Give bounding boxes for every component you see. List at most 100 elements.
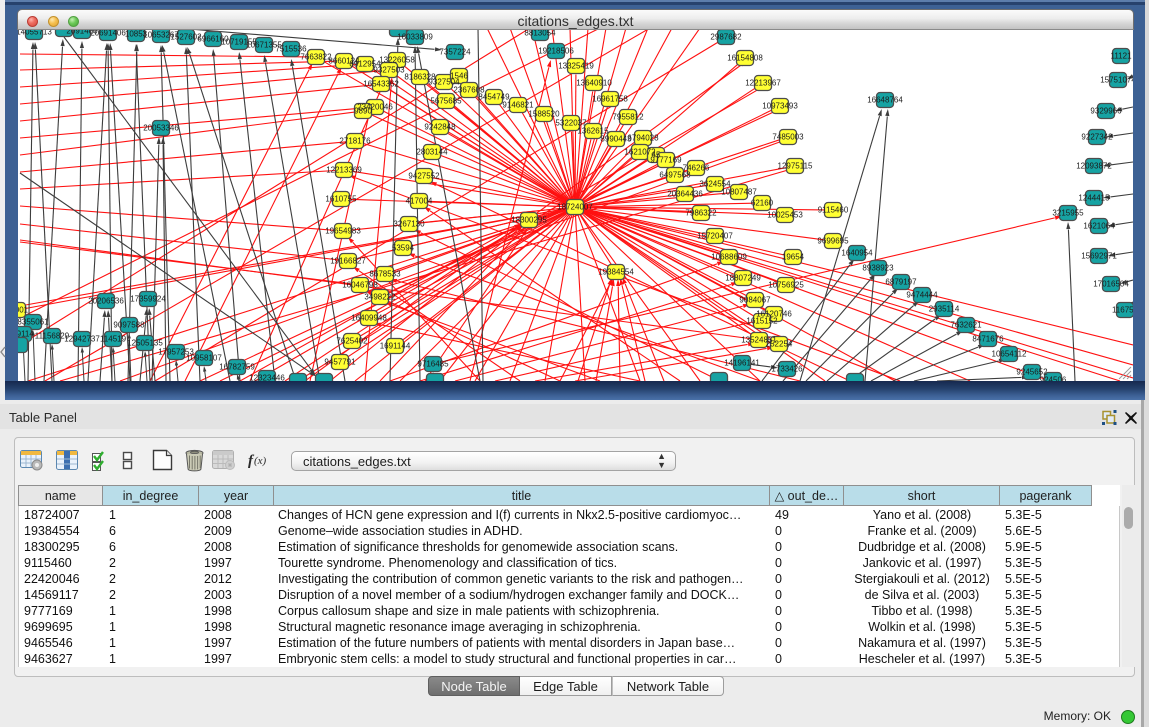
- svg-text:6794028: 6794028: [627, 134, 659, 143]
- svg-text:11121: 11121: [1110, 52, 1132, 61]
- svg-text:12213967: 12213967: [745, 79, 781, 88]
- svg-text:746266: 746266: [683, 164, 710, 173]
- svg-text:1640954: 1640954: [841, 249, 873, 258]
- svg-text:8355061: 8355061: [18, 318, 49, 327]
- svg-text:16961758: 16961758: [592, 95, 628, 104]
- svg-text:7357224: 7357224: [439, 48, 471, 57]
- svg-text:9699695: 9699695: [817, 237, 849, 246]
- svg-text:9097588: 9097588: [113, 321, 145, 330]
- svg-text:9115460: 9115460: [818, 206, 849, 215]
- svg-text:9227342: 9227342: [1081, 133, 1113, 142]
- svg-text:1691144: 1691144: [380, 342, 411, 351]
- svg-text:3267130: 3267130: [393, 220, 425, 229]
- svg-text:3215955: 3215955: [1052, 209, 1084, 218]
- svg-text:(x): (x): [254, 455, 267, 467]
- svg-text:114519: 114519: [100, 335, 127, 344]
- svg-text:7632621: 7632621: [950, 321, 982, 330]
- svg-text:9777169: 9777169: [650, 156, 682, 165]
- svg-text:19384554: 19384554: [598, 268, 634, 277]
- svg-text:16033809: 16033809: [397, 33, 433, 42]
- svg-text:20206536: 20206536: [88, 297, 124, 306]
- svg-text:5675685: 5675685: [430, 97, 462, 106]
- svg-text:10973493: 10973493: [762, 102, 798, 111]
- svg-text:13226058: 13226058: [379, 56, 415, 65]
- svg-text:13640910: 13640910: [576, 79, 612, 88]
- svg-text:17016504: 17016504: [1093, 280, 1129, 289]
- svg-text:3498222: 3498222: [364, 293, 396, 302]
- svg-text:10654112: 10654112: [992, 350, 1028, 359]
- svg-text:7955812: 7955812: [612, 113, 644, 122]
- svg-text:16543362: 16543362: [363, 80, 399, 89]
- svg-text:6879197: 6879197: [885, 278, 917, 287]
- svg-text:2718176: 2718176: [339, 137, 371, 146]
- svg-text:9427552: 9427552: [408, 172, 440, 181]
- svg-text:1621064: 1621064: [1083, 222, 1115, 231]
- svg-text:7485003: 7485003: [772, 133, 804, 142]
- svg-text:9890: 9890: [354, 107, 372, 116]
- svg-text:7625402: 7625402: [336, 337, 368, 346]
- svg-text:1244415: 1244415: [1078, 194, 1110, 203]
- svg-text:16409948: 16409948: [351, 314, 387, 323]
- svg-text:15001: 15001: [18, 306, 29, 315]
- svg-text:10958107: 10958107: [186, 354, 222, 363]
- svg-text:10688609: 10688609: [711, 253, 747, 262]
- svg-text:417004: 417004: [406, 197, 433, 206]
- svg-text:15692971: 15692971: [1081, 252, 1117, 261]
- svg-text:20364436: 20364436: [667, 190, 703, 199]
- svg-text:14055713: 14055713: [18, 30, 52, 37]
- svg-text:7663822: 7663822: [300, 53, 332, 62]
- svg-text:19166827: 19166827: [330, 257, 366, 266]
- svg-text:19218506: 19218506: [538, 47, 574, 56]
- svg-text:924506: 924506: [1040, 376, 1067, 381]
- svg-text:1588520: 1588520: [528, 110, 560, 119]
- svg-text:20691406: 20691406: [90, 30, 126, 38]
- svg-text:7986322: 7986322: [685, 209, 717, 218]
- svg-text:12213369: 12213369: [326, 166, 362, 175]
- svg-text:12323446: 12323446: [249, 374, 285, 381]
- svg-text:53594: 53594: [392, 244, 415, 253]
- svg-text:16648764: 16648764: [867, 96, 903, 105]
- svg-text:9084067: 9084067: [739, 296, 771, 305]
- svg-text:8678533: 8678533: [369, 270, 401, 279]
- svg-text:18807249: 18807249: [725, 274, 761, 283]
- svg-text:116753: 116753: [1112, 306, 1133, 315]
- svg-text:12093872: 12093872: [1076, 162, 1112, 171]
- svg-text:15751074: 15751074: [1100, 76, 1133, 85]
- svg-text:39114: 39114: [18, 330, 34, 339]
- svg-text:12975115: 12975115: [778, 162, 814, 171]
- svg-text:18300295: 18300295: [511, 216, 547, 225]
- svg-text:2803144: 2803144: [416, 148, 448, 157]
- svg-text:8938923: 8938923: [862, 264, 894, 273]
- svg-text:9474444: 9474444: [906, 291, 938, 300]
- svg-text:8813054: 8813054: [524, 30, 556, 38]
- svg-text:14196141: 14196141: [724, 359, 760, 368]
- svg-text:13325419: 13325419: [558, 62, 594, 71]
- svg-text:1615152: 1615152: [746, 317, 778, 326]
- svg-text:16782759: 16782759: [219, 363, 255, 372]
- svg-text:62160: 62160: [751, 199, 774, 208]
- svg-text:12505135: 12505135: [127, 339, 163, 348]
- svg-text:20053346: 20053346: [143, 124, 179, 133]
- svg-text:8471676: 8471676: [972, 335, 1004, 344]
- svg-text:16046798: 16046798: [342, 281, 378, 290]
- svg-text:9716485: 9716485: [417, 360, 449, 369]
- svg-text:9329966: 9329966: [1090, 107, 1122, 116]
- svg-text:10025453: 10025453: [767, 211, 803, 220]
- svg-text:1610755: 1610755: [325, 195, 357, 204]
- svg-text:9146821: 9146821: [502, 101, 534, 110]
- svg-text:2935114: 2935114: [929, 305, 960, 314]
- svg-text:9457791: 9457791: [324, 358, 356, 367]
- svg-text:2987682: 2987682: [710, 33, 742, 42]
- svg-text:1733426: 1733426: [771, 365, 803, 374]
- svg-text:9242848: 9242848: [424, 123, 456, 132]
- svg-text:16154808: 16154808: [727, 54, 763, 63]
- svg-text:12942737: 12942737: [64, 335, 100, 344]
- svg-text:10756925: 10756925: [768, 281, 804, 290]
- svg-text:19654: 19654: [782, 253, 805, 262]
- svg-text:19654983: 19654983: [325, 227, 361, 236]
- svg-text:18724007: 18724007: [557, 203, 593, 212]
- svg-text:15720407: 15720407: [697, 232, 733, 241]
- svg-text:10807487: 10807487: [721, 188, 757, 197]
- svg-text:17359924: 17359924: [130, 295, 166, 304]
- svg-text:1546: 1546: [450, 72, 468, 81]
